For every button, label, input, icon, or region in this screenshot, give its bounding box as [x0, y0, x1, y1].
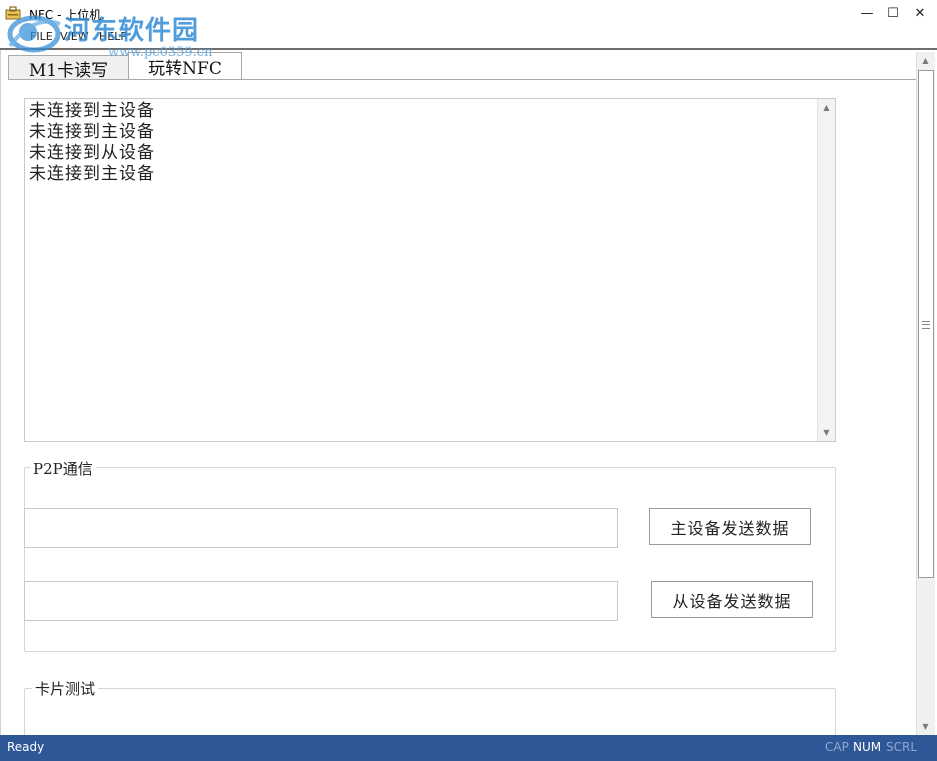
watermark-title: 河东软件园 [64, 16, 200, 46]
watermark-logo-icon [7, 15, 61, 53]
watermark-url: www.pc0359.cn [108, 45, 213, 60]
status-ready-text: Ready [7, 740, 45, 754]
master-send-button[interactable]: 主设备发送数据 [649, 508, 811, 545]
scroll-up-icon[interactable]: ▲ [917, 56, 934, 65]
log-scrollbar[interactable]: ▲ ▼ [817, 99, 835, 441]
scroll-down-icon[interactable]: ▼ [917, 722, 934, 731]
log-line: 未连接到主设备 [29, 164, 155, 184]
tab-divider [8, 79, 916, 80]
slave-data-input[interactable] [24, 581, 618, 621]
scroll-up-icon[interactable]: ▲ [818, 103, 835, 112]
card-test-group-label: 卡片测试 [32, 678, 99, 699]
log-line: 未连接到从设备 [29, 143, 155, 163]
slave-send-button[interactable]: 从设备发送数据 [651, 581, 813, 618]
grip-icon [922, 321, 930, 329]
scroll-down-icon[interactable]: ▼ [818, 428, 835, 437]
scrollbar-thumb[interactable] [918, 70, 934, 578]
p2p-groupbox [24, 467, 836, 652]
scroll-lock-indicator: SCRL [886, 740, 918, 754]
p2p-group-label: P2P通信 [30, 458, 96, 479]
log-line: 未连接到主设备 [29, 122, 155, 142]
master-data-input[interactable] [24, 508, 618, 548]
log-textarea[interactable]: 未连接到主设备 未连接到主设备 未连接到从设备 未连接到主设备 ▲ ▼ [24, 98, 836, 442]
status-bar [0, 735, 937, 761]
log-lines: 未连接到主设备 未连接到主设备 未连接到从设备 未连接到主设备 [29, 101, 155, 185]
log-line: 未连接到主设备 [29, 101, 155, 121]
maximize-button[interactable]: ☐ [878, 0, 908, 26]
caps-lock-indicator: CAP [825, 740, 849, 754]
num-lock-indicator: NUM [853, 740, 882, 754]
main-scrollbar[interactable]: ▲ ▼ [916, 52, 935, 735]
close-button[interactable]: ✕ [905, 0, 935, 26]
